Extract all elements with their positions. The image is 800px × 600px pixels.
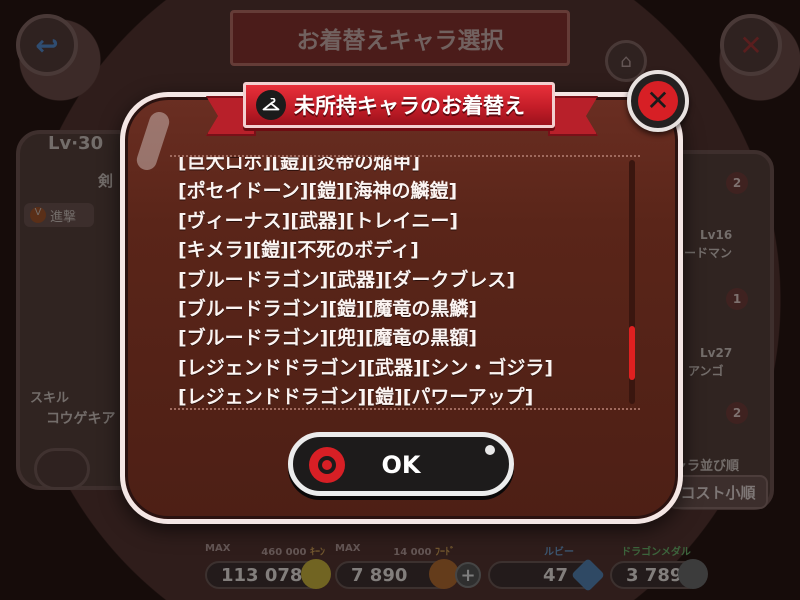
button-shine — [485, 445, 495, 455]
list-item[interactable]: [ブルードラゴン][兜][魔竜の黒額] — [178, 323, 553, 352]
costume-list-items: [巨大ロボ][鎧][炎帝の焔甲] [ポセイドーン][鎧][海神の鱗鎧] [ヴィーナス… — [178, 157, 553, 408]
dialog-title: 未所持キャラのお着替え — [294, 94, 525, 118]
dialog-shine — [134, 109, 172, 173]
ok-label: OK — [381, 451, 421, 479]
list-item[interactable]: [レジェンドドラゴン][鎧][パワーアップ] — [178, 382, 553, 408]
list-item[interactable]: [レジェンドドラゴン][武器][シン・ゴジラ] — [178, 353, 553, 382]
scrollbar[interactable] — [629, 160, 635, 404]
list-item[interactable]: [キメラ][鎧][不死のボディ] — [178, 235, 553, 264]
list-item[interactable]: [ブルードラゴン][鎧][魔竜の黒鱗] — [178, 294, 553, 323]
close-button[interactable]: ✕ — [627, 70, 689, 132]
list-item[interactable]: [ブルードラゴン][武器][ダークブレス] — [178, 265, 553, 294]
hanger-icon — [256, 90, 286, 120]
costume-list[interactable]: [巨大ロボ][鎧][炎帝の焔甲] [ポセイドーン][鎧][海神の鱗鎧] [ヴィーナス… — [170, 155, 640, 410]
close-icon: ✕ — [638, 81, 678, 121]
scrollbar-thumb[interactable] — [629, 325, 635, 380]
dialog-title-ribbon: 未所持キャラのお着替え — [243, 82, 555, 128]
ok-button[interactable]: OK — [288, 432, 514, 496]
list-item[interactable]: [巨大ロボ][鎧][炎帝の焔甲] — [178, 157, 553, 176]
list-item[interactable]: [ポセイドーン][鎧][海神の鱗鎧] — [178, 176, 553, 205]
list-item[interactable]: [ヴィーナス][武器][トレイニー] — [178, 206, 553, 235]
